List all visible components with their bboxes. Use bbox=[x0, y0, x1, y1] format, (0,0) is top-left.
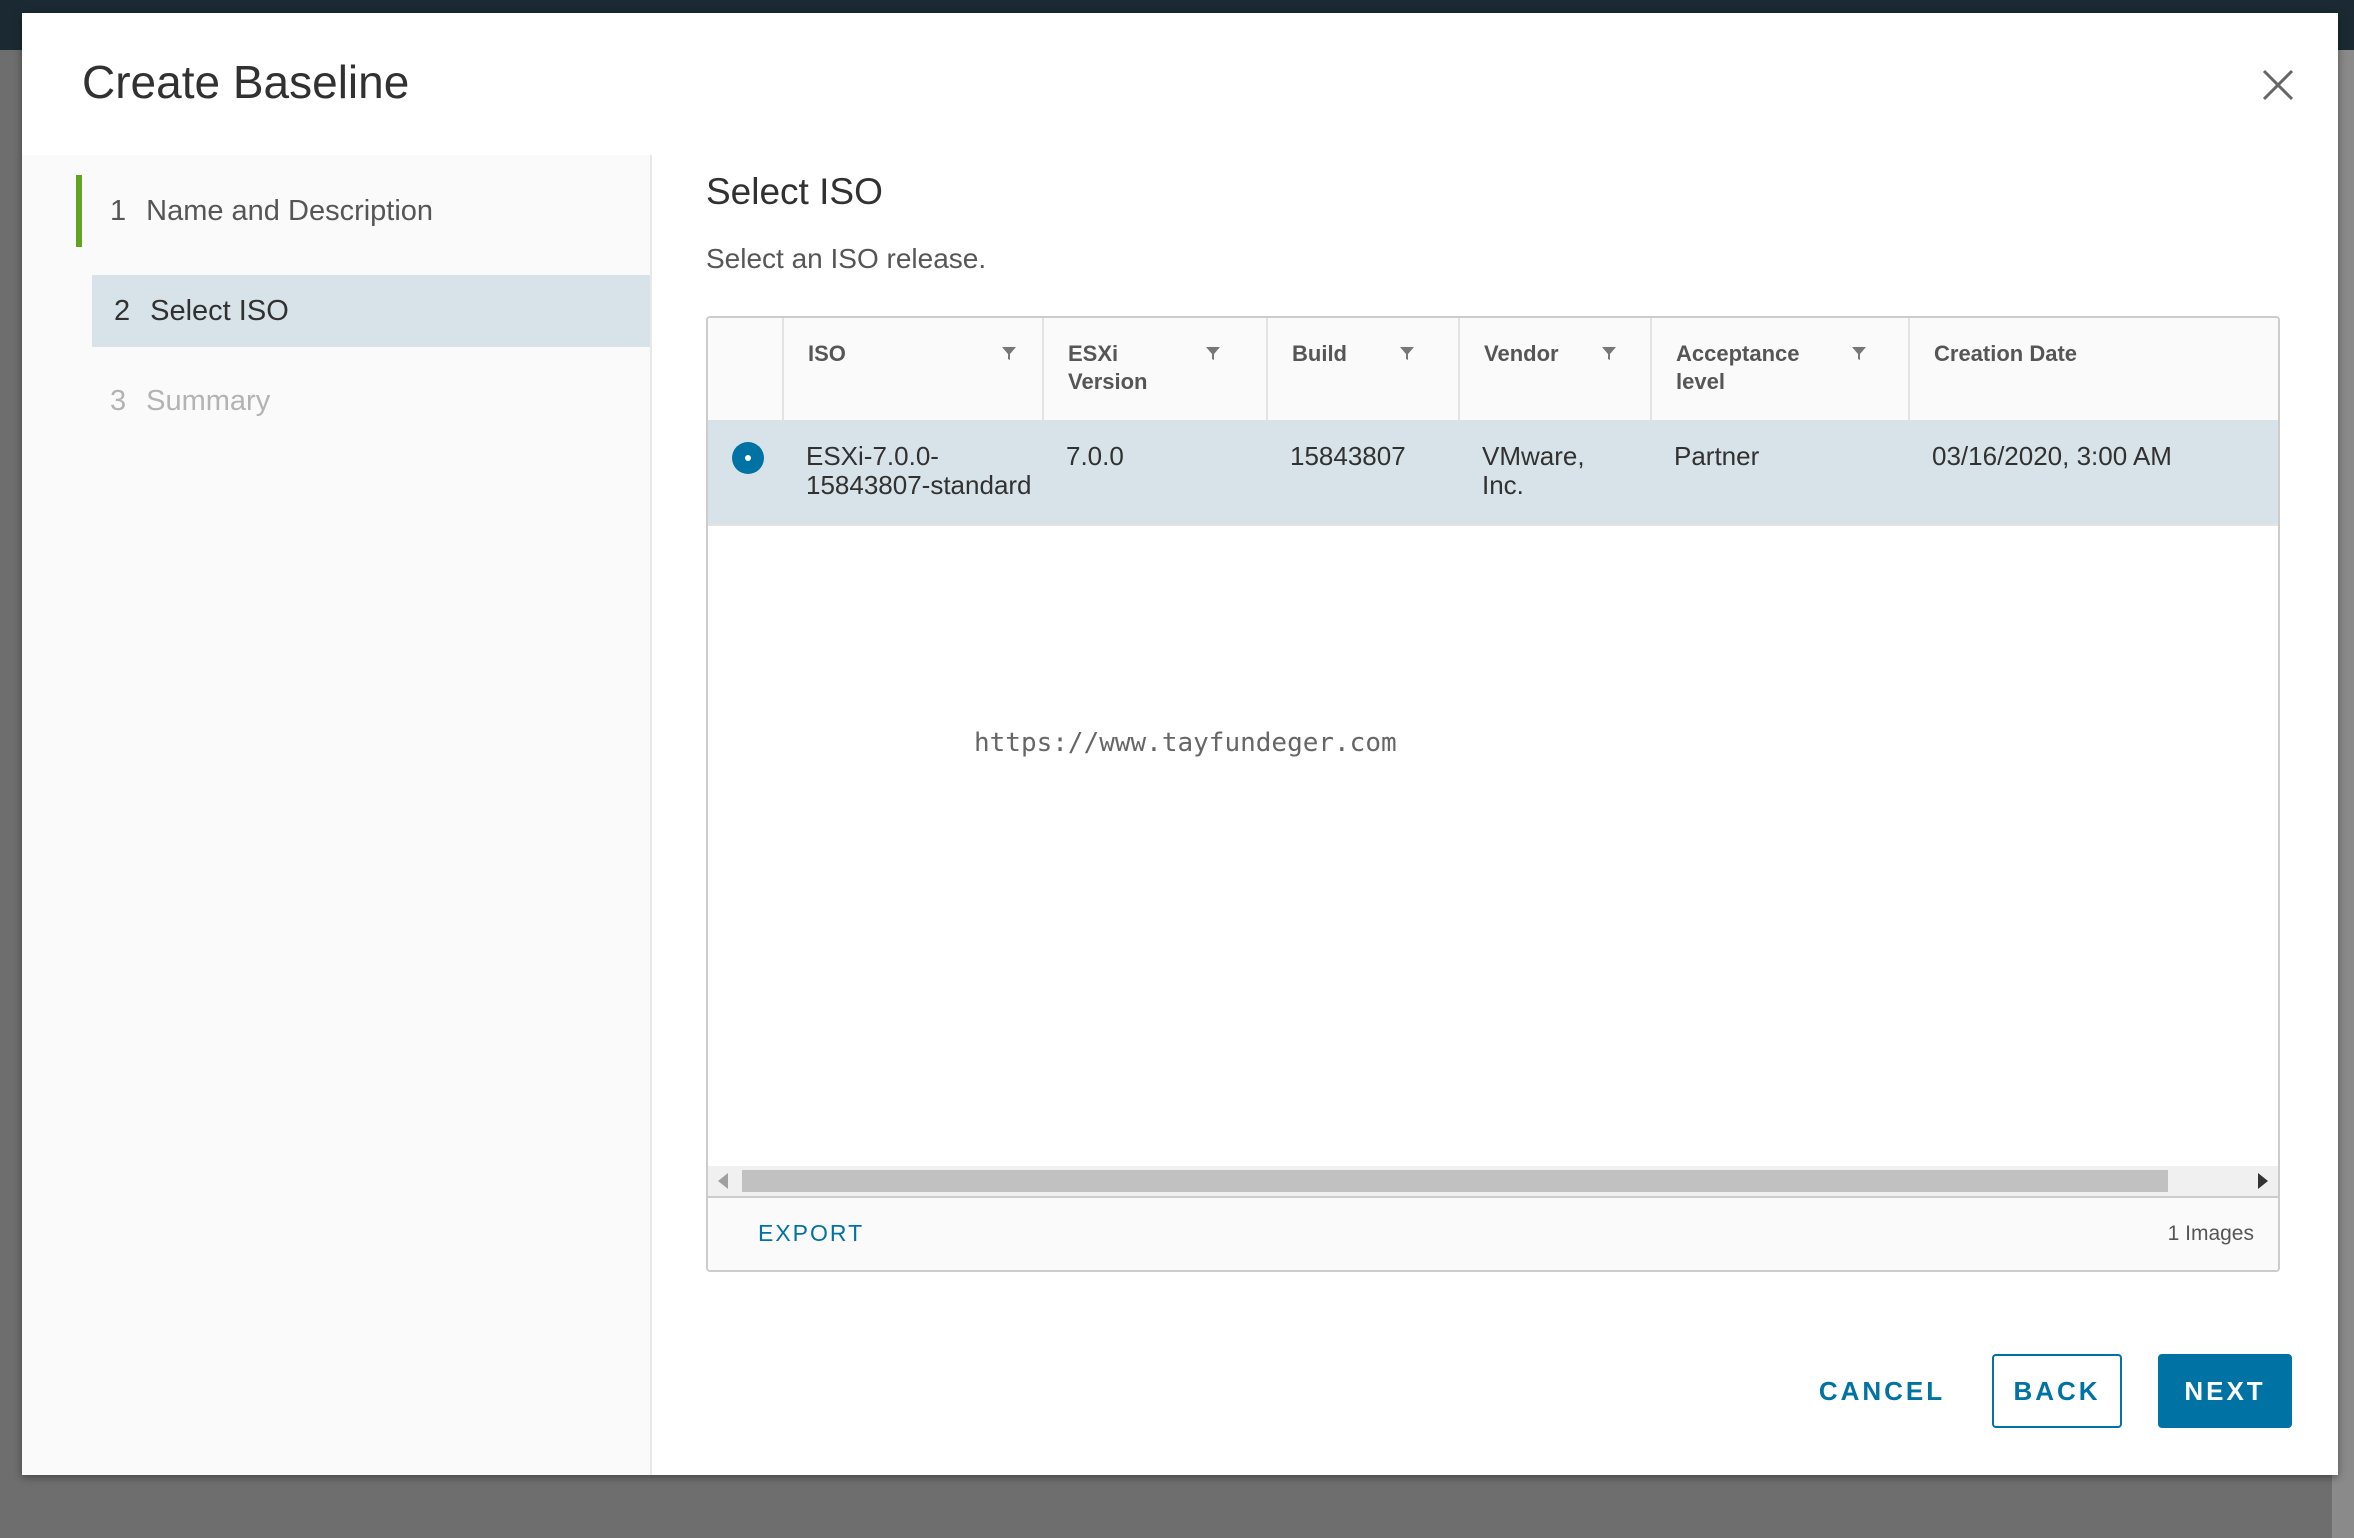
step-number: 3 bbox=[110, 384, 127, 417]
dialog-title: Create Baseline bbox=[82, 56, 410, 108]
horizontal-scrollbar[interactable] bbox=[708, 1166, 2278, 1196]
step-label: Select ISO bbox=[150, 294, 289, 327]
cell-vendor: VMware, Inc. bbox=[1482, 441, 1585, 500]
filter-icon[interactable] bbox=[1850, 344, 1868, 362]
column-label: ISO bbox=[808, 341, 846, 366]
table-row[interactable]: ESXi-7.0.0-15843807-standard 7.0.0 15843… bbox=[708, 420, 2278, 526]
section-title: Select ISO bbox=[706, 171, 883, 212]
grid-header: ISO ESXi Version Build Vendor Acceptance… bbox=[708, 318, 2278, 422]
cell-acceptance: Partner bbox=[1674, 441, 1760, 471]
item-count: 1 Images bbox=[2167, 1222, 2254, 1245]
column-header-vendor[interactable]: Vendor bbox=[1458, 318, 1650, 420]
step-name-and-description[interactable]: 1 Name and Description bbox=[76, 175, 656, 247]
column-label: Acceptance level bbox=[1676, 341, 1800, 394]
column-label: Vendor bbox=[1484, 341, 1559, 366]
filter-icon[interactable] bbox=[1398, 344, 1416, 362]
column-header-esxi-version[interactable]: ESXi Version bbox=[1042, 318, 1266, 420]
column-label: Build bbox=[1292, 341, 1347, 366]
step-label: Summary bbox=[146, 384, 271, 417]
filter-icon[interactable] bbox=[1000, 344, 1018, 362]
filter-icon[interactable] bbox=[1600, 344, 1618, 362]
wizard-steps-nav: 1 Name and Description 2 Select ISO 3 Su… bbox=[22, 155, 652, 1475]
cell-build: 15843807 bbox=[1290, 441, 1406, 471]
close-icon bbox=[2262, 69, 2294, 101]
cell-creation-date: 03/16/2020, 3:00 AM bbox=[1932, 441, 2172, 471]
iso-datagrid: ISO ESXi Version Build Vendor Acceptance… bbox=[706, 316, 2280, 1272]
column-label: ESXi Version bbox=[1068, 341, 1148, 394]
cancel-button[interactable]: CANCEL bbox=[1794, 1354, 1970, 1428]
column-header-build[interactable]: Build bbox=[1266, 318, 1458, 420]
step-select-iso[interactable]: 2 Select ISO bbox=[92, 275, 650, 347]
create-baseline-dialog: Create Baseline 1 Name and Description 2… bbox=[22, 13, 2338, 1475]
section-description: Select an ISO release. bbox=[706, 243, 987, 274]
close-button[interactable] bbox=[2254, 61, 2302, 109]
step-label: Name and Description bbox=[146, 194, 434, 227]
column-label: Creation Date bbox=[1934, 341, 2078, 366]
column-header-creation-date[interactable]: Creation Date bbox=[1908, 318, 2278, 420]
filter-icon[interactable] bbox=[1204, 344, 1222, 362]
scrollbar-thumb[interactable] bbox=[742, 1170, 2168, 1192]
scroll-left-icon[interactable] bbox=[718, 1173, 728, 1189]
next-button[interactable]: NEXT bbox=[2158, 1354, 2292, 1428]
row-radio-button[interactable] bbox=[732, 442, 764, 474]
cell-version: 7.0.0 bbox=[1066, 441, 1124, 471]
column-header-acceptance-level[interactable]: Acceptance level bbox=[1650, 318, 1908, 420]
column-header-iso[interactable]: ISO bbox=[782, 318, 1042, 420]
scroll-right-icon[interactable] bbox=[2258, 1173, 2268, 1189]
dialog-header: Create Baseline bbox=[22, 13, 2338, 155]
watermark-text: https://www.tayfundeger.com bbox=[974, 728, 1397, 758]
step-number: 1 bbox=[110, 194, 127, 227]
grid-footer: EXPORT 1 Images bbox=[708, 1196, 2278, 1270]
export-button[interactable]: EXPORT bbox=[758, 1220, 864, 1247]
step-summary: 3 Summary bbox=[76, 365, 650, 437]
back-button[interactable]: BACK bbox=[1992, 1354, 2122, 1428]
cell-iso: ESXi-7.0.0-15843807-standard bbox=[806, 441, 1032, 500]
step-number: 2 bbox=[114, 294, 131, 327]
